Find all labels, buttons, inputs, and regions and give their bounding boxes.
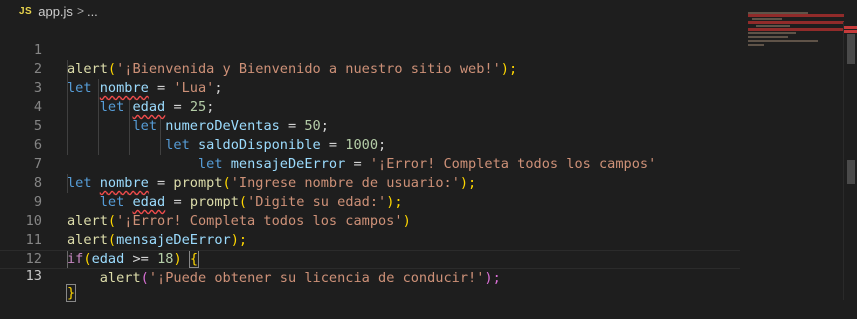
minimap-line: [748, 32, 796, 34]
scrollbar-error-marker: [844, 30, 857, 33]
code-line[interactable]: 11 if(edad >= 18) {: [0, 212, 740, 268]
token-string: '¡Puede obtener su licencia de conducir!…: [148, 270, 485, 286]
minimap[interactable]: [744, 12, 844, 72]
token-function: alert: [99, 270, 141, 286]
minimap-error-marker: [748, 14, 844, 17]
code-line[interactable]: 5 let saldoDisponible = 1000;: [0, 98, 740, 153]
scrollbar-slider[interactable]: [847, 34, 855, 64]
code-text: alert('¡Puede obtener su licencia de con…: [67, 269, 501, 288]
minimap-line: [748, 40, 818, 42]
breadcrumb: JS app.js > ...: [0, 0, 857, 22]
minimap-line: [756, 25, 790, 27]
code-line[interactable]: 7 let nombre = prompt('Ingrese nombre de…: [0, 136, 740, 191]
code-line[interactable]: 10 alert(mensajeDeError);: [0, 193, 740, 248]
vertical-scrollbar[interactable]: [843, 22, 857, 300]
minimap-line: [752, 18, 782, 20]
code-line[interactable]: 3 let edad = 25;: [0, 60, 740, 115]
token-bracket: (: [140, 270, 149, 286]
code-line[interactable]: 6 let mensajeDeError = '¡Error! Completa…: [0, 117, 740, 172]
chevron-right-icon: >: [76, 4, 84, 18]
code-line[interactable]: 1 alert('¡Bienvenida y Bienvenido a nues…: [0, 22, 740, 77]
code-line[interactable]: 8 let edad = prompt('Digite su edad:');: [0, 155, 740, 210]
javascript-file-icon: JS: [19, 5, 33, 17]
code-line[interactable]: 4 let numeroDeVentas = 50;: [0, 79, 740, 134]
minimap-line: [748, 44, 764, 46]
code-line[interactable]: 9 alert('¡Error! Completa todos los camp…: [0, 174, 740, 229]
breadcrumb-file[interactable]: app.js: [38, 4, 73, 19]
code-line[interactable]: 2 let nombre = 'Lua';: [0, 41, 740, 96]
breadcrumb-symbol[interactable]: ...: [87, 4, 98, 19]
token-bracket: );: [484, 270, 501, 286]
code-text: }: [65, 284, 77, 302]
code-editor[interactable]: 1 alert('¡Bienvenida y Bienvenido a nues…: [0, 22, 857, 302]
minimap-error-marker: [748, 21, 844, 24]
code-line[interactable]: 12 alert('¡Puede obtener su licencia de …: [0, 231, 740, 286]
scrollbar-overview-marker: [847, 160, 855, 184]
line-number: 13: [25, 268, 42, 284]
scrollbar-error-marker: [844, 26, 857, 29]
token-brace-close: }: [65, 284, 77, 302]
code-line-current[interactable]: 13 }: [0, 250, 740, 302]
minimap-error-marker: [748, 28, 844, 31]
minimap-line: [748, 36, 788, 38]
